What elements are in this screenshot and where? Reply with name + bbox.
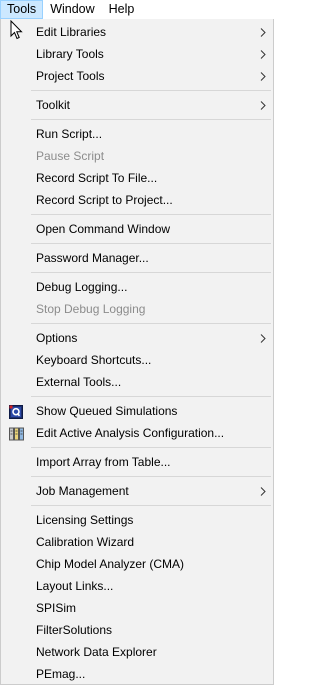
menu-item-label: Chip Model Analyzer (CMA) — [36, 557, 185, 571]
menu-separator — [31, 243, 271, 244]
tools-dropdown-menu: Edit Libraries Library Tools Project Too… — [0, 19, 274, 685]
menu-item-label: Record Script to Project... — [36, 193, 173, 207]
menu-item-label: Job Management — [36, 484, 129, 498]
menu-item-show-queued-simulations[interactable]: Show Queued Simulations — [1, 400, 273, 422]
menu-item-label: Password Manager... — [36, 251, 149, 265]
menu-item-filtersolutions[interactable]: FilterSolutions — [1, 619, 273, 641]
menu-item-record-script-to-project[interactable]: Record Script to Project... — [1, 189, 273, 211]
menu-item-label: Record Script To File... — [36, 171, 158, 185]
menu-separator — [31, 505, 271, 506]
analysis-configuration-icon — [9, 426, 24, 441]
menu-bar: Tools Window Help — [0, 0, 274, 19]
menu-separator — [31, 214, 271, 215]
menu-item-network-data-explorer[interactable]: Network Data Explorer — [1, 641, 273, 663]
menu-item-edit-libraries[interactable]: Edit Libraries — [1, 21, 273, 43]
menu-item-label: Pause Script — [36, 149, 105, 163]
menu-item-edit-active-analysis-configuration[interactable]: Edit Active Analysis Configuration... — [1, 422, 273, 444]
menu-item-options[interactable]: Options — [1, 327, 273, 349]
menu-item-label: SPISim — [36, 601, 77, 615]
menu-item-label: Layout Links... — [36, 579, 114, 593]
menu-item-label: Calibration Wizard — [36, 535, 135, 549]
menu-item-label: Edit Libraries — [36, 25, 107, 39]
menu-item-label: Debug Logging... — [36, 280, 128, 294]
menu-item-label: External Tools... — [36, 375, 122, 389]
menu-item-chip-model-analyzer[interactable]: Chip Model Analyzer (CMA) — [1, 553, 273, 575]
menu-separator — [31, 119, 271, 120]
menu-item-keyboard-shortcuts[interactable]: Keyboard Shortcuts... — [1, 349, 273, 371]
menu-item-job-management[interactable]: Job Management — [1, 480, 273, 502]
menu-item-project-tools[interactable]: Project Tools — [1, 65, 273, 87]
menu-item-label: PEmag... — [36, 667, 86, 681]
menu-item-layout-links[interactable]: Layout Links... — [1, 575, 273, 597]
menu-item-external-tools[interactable]: External Tools... — [1, 371, 273, 393]
menu-item-licensing-settings[interactable]: Licensing Settings — [1, 509, 273, 531]
menu-item-stop-debug-logging: Stop Debug Logging — [1, 298, 273, 320]
menu-item-pemag[interactable]: PEmag... — [1, 663, 273, 685]
menu-item-run-script[interactable]: Run Script... — [1, 123, 273, 145]
menu-item-label: Network Data Explorer — [36, 645, 157, 659]
menu-item-library-tools[interactable]: Library Tools — [1, 43, 273, 65]
menubar-tools[interactable]: Tools — [0, 0, 44, 19]
menubar-window[interactable]: Window — [43, 0, 101, 19]
submenu-arrow-icon — [258, 480, 268, 502]
menu-item-debug-logging[interactable]: Debug Logging... — [1, 276, 273, 298]
menu-item-label: Show Queued Simulations — [36, 404, 178, 418]
menu-item-calibration-wizard[interactable]: Calibration Wizard — [1, 531, 273, 553]
menu-item-label: FilterSolutions — [36, 623, 113, 637]
menu-item-password-manager[interactable]: Password Manager... — [1, 247, 273, 269]
menu-item-label: Toolkit — [36, 98, 71, 112]
menu-separator — [31, 90, 271, 91]
menu-item-pause-script: Pause Script — [1, 145, 273, 167]
menu-item-label: Library Tools — [36, 47, 104, 61]
menu-item-label: Keyboard Shortcuts... — [36, 353, 152, 367]
submenu-arrow-icon — [258, 94, 268, 116]
menu-item-record-script-to-file[interactable]: Record Script To File... — [1, 167, 273, 189]
menu-separator — [31, 396, 271, 397]
queued-simulations-icon — [9, 404, 23, 419]
menu-separator — [31, 272, 271, 273]
menu-item-label: Edit Active Analysis Configuration... — [36, 426, 225, 440]
menu-item-spisim[interactable]: SPISim — [1, 597, 273, 619]
menu-item-label: Options — [36, 331, 78, 345]
submenu-arrow-icon — [258, 21, 268, 43]
menu-item-label: Stop Debug Logging — [36, 302, 146, 316]
menu-item-label: Import Array from Table... — [36, 455, 171, 469]
menu-separator — [31, 323, 271, 324]
submenu-arrow-icon — [258, 43, 268, 65]
menu-item-toolkit[interactable]: Toolkit — [1, 94, 273, 116]
menu-item-import-array-from-table[interactable]: Import Array from Table... — [1, 451, 273, 473]
menu-separator — [31, 476, 271, 477]
menu-item-open-command-window[interactable]: Open Command Window — [1, 218, 273, 240]
submenu-arrow-icon — [258, 327, 268, 349]
menu-item-label: Project Tools — [36, 69, 105, 83]
menu-item-label: Licensing Settings — [36, 513, 134, 527]
menu-separator — [31, 447, 271, 448]
menubar-help[interactable]: Help — [102, 0, 142, 19]
menu-item-label: Run Script... — [36, 127, 103, 141]
submenu-arrow-icon — [258, 65, 268, 87]
menu-item-label: Open Command Window — [36, 222, 171, 236]
